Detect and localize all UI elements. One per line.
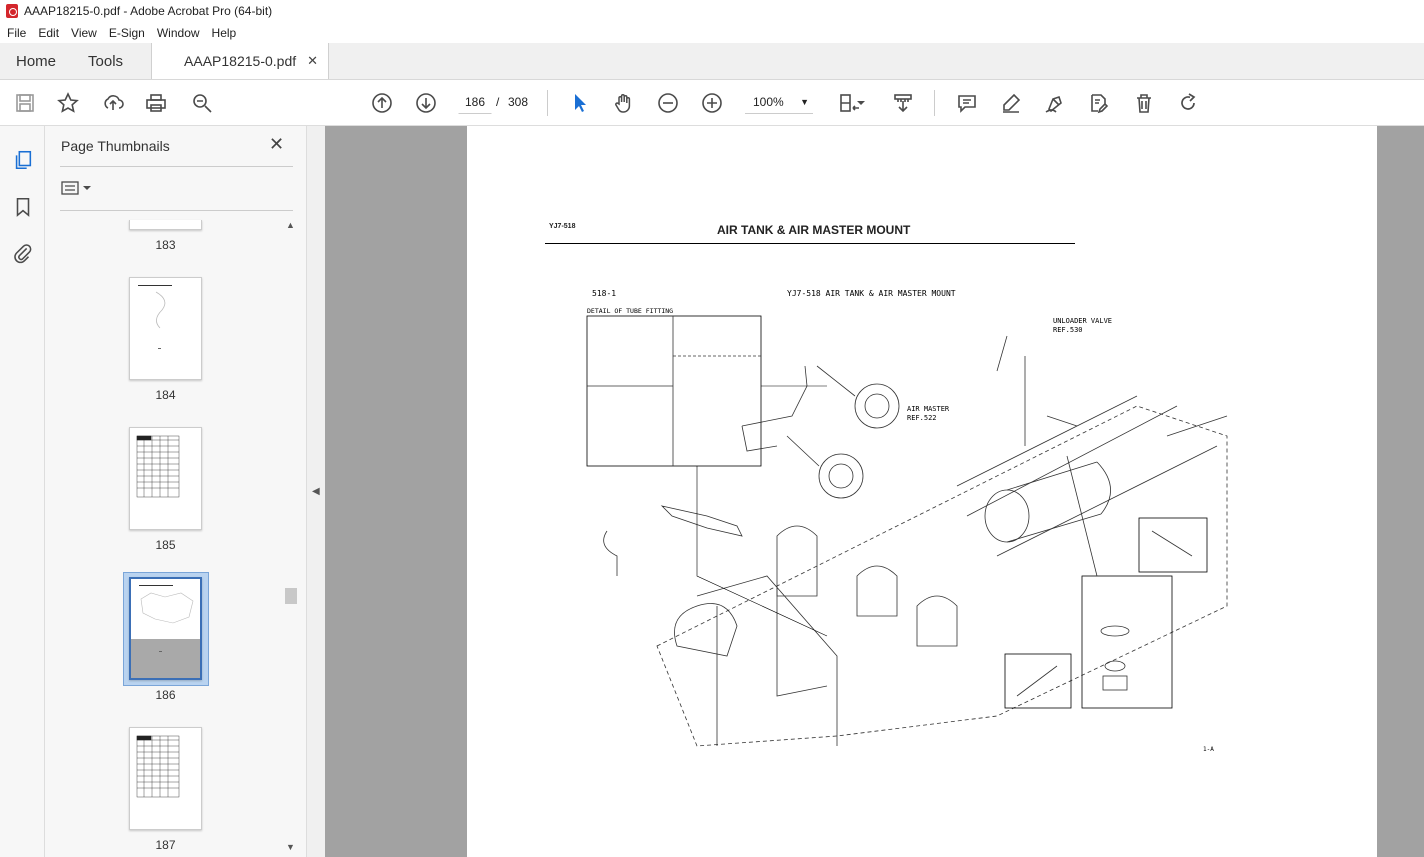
print-icon[interactable] (143, 90, 169, 116)
tab-document-label: AAAP18215-0.pdf (184, 53, 297, 69)
unloader-valve-label: UNLOADER VALVE (1053, 317, 1112, 325)
figure-caption: YJ7-518 AIR TANK & AIR MASTER MOUNT (787, 289, 956, 298)
zoom-search-icon[interactable] (189, 90, 215, 116)
title-bar: AAAP18215-0.pdf - Adobe Acrobat Pro (64-… (0, 0, 1424, 22)
page-header-id: YJ7-518 (549, 223, 576, 230)
window-title: AAAP18215-0.pdf - Adobe Acrobat Pro (64-… (24, 4, 273, 18)
chevron-down-icon: ▼ (800, 97, 809, 107)
panel-title: Page Thumbnails (61, 138, 170, 154)
page-thumbnail[interactable] (129, 277, 202, 380)
pdf-page: YJ7-518 AIR TANK & AIR MASTER MOUNT 518-… (467, 126, 1377, 857)
air-master-ref-label: REF.522 (907, 414, 937, 422)
toolbar: 186 / 308 100% ▼ (0, 80, 1424, 126)
chevron-left-icon[interactable]: ◀ (312, 486, 320, 497)
menu-help[interactable]: Help (212, 26, 237, 40)
attachment-icon[interactable] (11, 241, 35, 265)
document-viewport[interactable]: YJ7-518 AIR TANK & AIR MASTER MOUNT 518-… (325, 126, 1424, 857)
parts-diagram: 518-1 YJ7-518 AIR TANK & AIR MASTER MOUN… (586, 289, 1228, 753)
edit-document-icon[interactable] (1086, 90, 1112, 116)
tab-document[interactable]: AAAP18215-0.pdf ✕ (151, 43, 330, 79)
unloader-ref-label: REF.530 (1053, 326, 1083, 334)
page-thumbnail[interactable] (129, 220, 202, 230)
prev-page-icon[interactable] (369, 90, 395, 116)
thumbnail-options-menu[interactable] (61, 180, 93, 199)
toolbar-divider (547, 90, 548, 116)
chevron-down-icon[interactable] (855, 90, 867, 116)
page-thumbnail[interactable] (129, 727, 202, 830)
comment-icon[interactable] (954, 90, 980, 116)
page-header-title: AIR TANK & AIR MASTER MOUNT (717, 223, 911, 237)
next-page-icon[interactable] (413, 90, 439, 116)
panel-collapse-handle[interactable]: ◀ (307, 126, 325, 857)
acrobat-icon (6, 4, 18, 18)
thumbnails-panel: Page Thumbnails ✕ 183 184 185 186 187 ▲ … (45, 126, 307, 857)
menu-bar: File Edit View E-Sign Window Help (0, 22, 1424, 43)
navigation-rail (0, 126, 45, 857)
upload-icon[interactable] (100, 90, 126, 116)
scrollbar-thumb[interactable] (285, 588, 297, 604)
bookmark-icon[interactable] (11, 195, 35, 219)
scroll-mode-icon[interactable] (890, 90, 916, 116)
header-rule (545, 243, 1075, 244)
page-separator: / (496, 95, 500, 109)
tab-bar: Home Tools AAAP18215-0.pdf ✕ (0, 43, 1424, 80)
close-icon[interactable]: ✕ (307, 53, 318, 69)
thumbnail-label: 187 (155, 838, 176, 852)
zoom-in-icon[interactable] (699, 90, 725, 116)
air-master-label: AIR MASTER (907, 405, 950, 413)
zoom-value: 100% (753, 95, 784, 109)
close-icon[interactable]: ✕ (269, 134, 284, 155)
save-icon[interactable] (12, 90, 38, 116)
page-total: 308 (508, 95, 529, 109)
menu-esign[interactable]: E-Sign (109, 26, 145, 40)
detail-label: DETAIL OF TUBE FITTING (587, 307, 673, 315)
redo-icon[interactable] (1175, 90, 1201, 116)
tab-tools[interactable]: Tools (72, 43, 139, 79)
sign-pen-icon[interactable] (1042, 90, 1068, 116)
zoom-out-icon[interactable] (655, 90, 681, 116)
menu-file[interactable]: File (7, 26, 26, 40)
divider (60, 210, 293, 211)
chevron-up-icon[interactable]: ▲ (286, 220, 295, 230)
page-thumbnail-selected[interactable] (129, 577, 202, 680)
thumbnail-label: 186 (155, 688, 176, 702)
menu-edit[interactable]: Edit (38, 26, 59, 40)
trash-icon[interactable] (1131, 90, 1157, 116)
hand-tool-icon[interactable] (611, 90, 637, 116)
menu-window[interactable]: Window (157, 26, 200, 40)
page-thumbnail[interactable] (129, 427, 202, 530)
zoom-select[interactable]: 100% ▼ (745, 92, 813, 114)
figure-ref: 518-1 (592, 289, 616, 298)
divider (60, 166, 293, 167)
menu-view[interactable]: View (71, 26, 97, 40)
thumbnails-scrollbar[interactable]: ▲ ▼ (284, 220, 298, 857)
page-thumbnails-icon[interactable] (11, 148, 35, 172)
toolbar-divider (934, 90, 935, 116)
thumbnail-label: 185 (155, 538, 176, 552)
page-number-input[interactable]: 186 (458, 90, 492, 114)
thumbnail-label: 184 (155, 388, 176, 402)
highlight-pen-icon[interactable] (998, 90, 1024, 116)
chevron-down-icon[interactable]: ▼ (286, 842, 295, 852)
select-cursor-icon[interactable] (567, 90, 593, 116)
tab-home[interactable]: Home (0, 43, 72, 79)
star-icon[interactable] (55, 90, 81, 116)
figure-footer-code: 1-A (1203, 746, 1214, 753)
thumbnail-label: 183 (155, 238, 176, 252)
